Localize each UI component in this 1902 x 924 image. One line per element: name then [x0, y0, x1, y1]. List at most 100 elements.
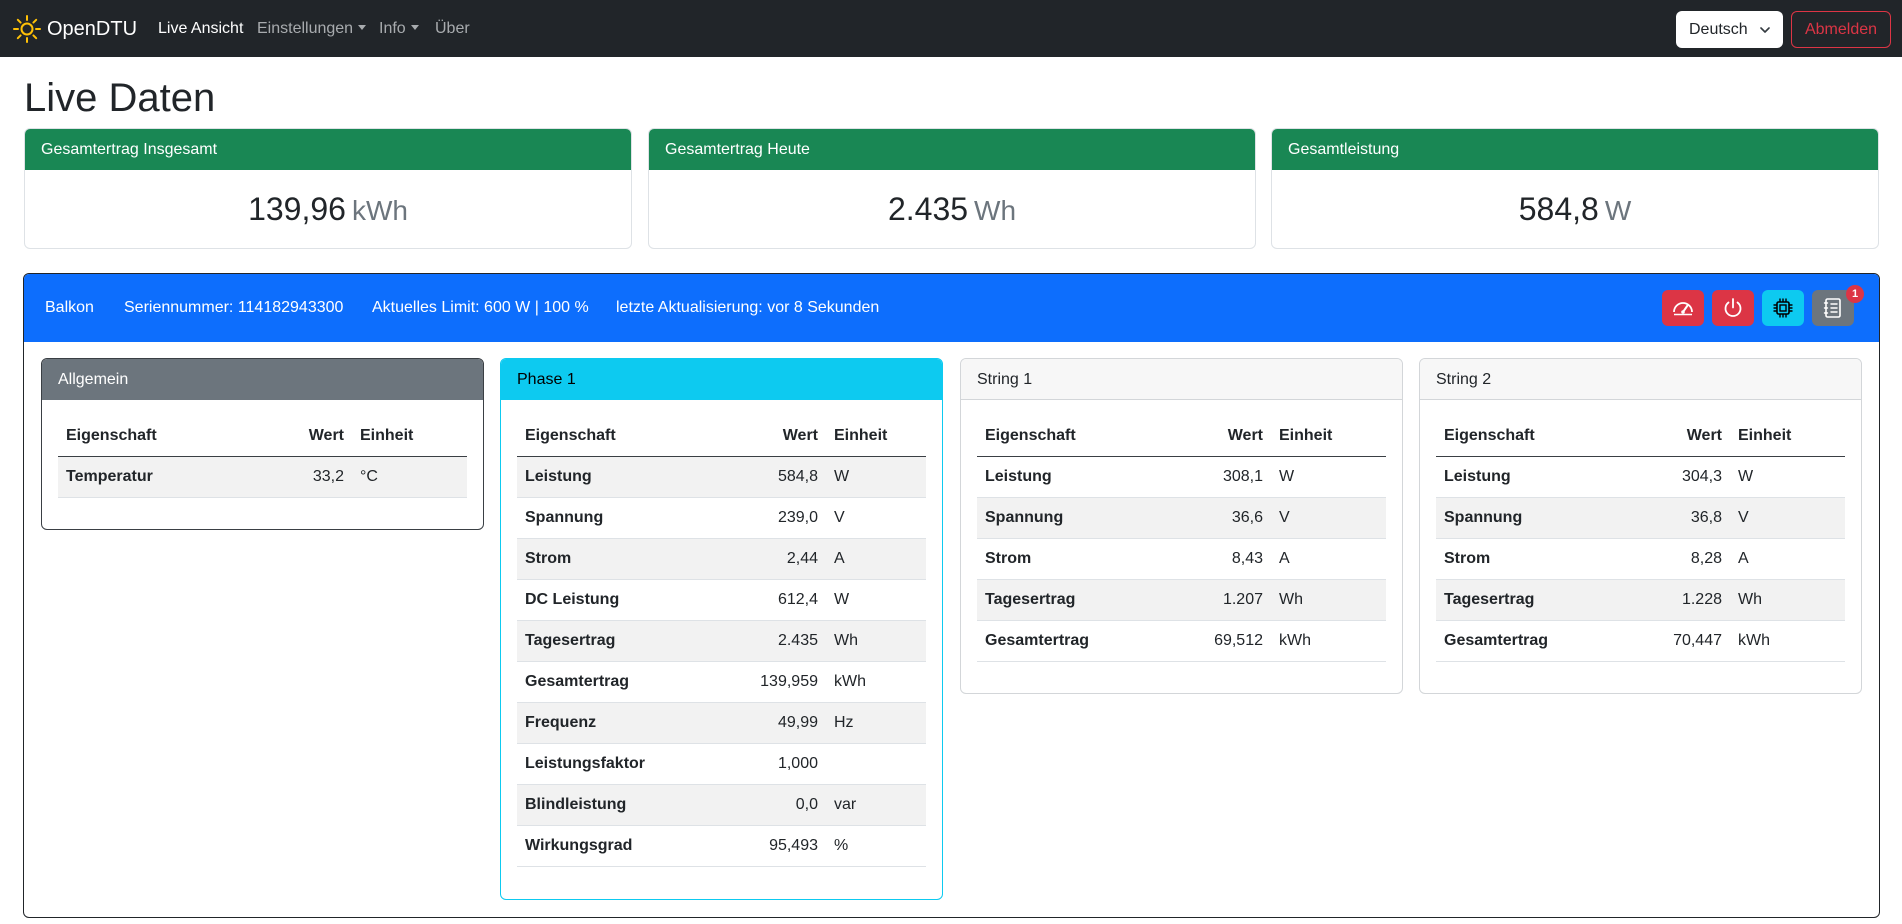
row-value: 36,8	[1626, 497, 1730, 539]
table-row: Leistungsfaktor 1,000	[517, 743, 926, 785]
table-row: Spannung 36,6 V	[977, 497, 1386, 539]
channel-card-general: Allgemein Eigenschaft Wert Einheit Tempe…	[41, 358, 484, 530]
row-unit: V	[826, 497, 926, 539]
device-info-button[interactable]	[1762, 290, 1804, 326]
row-property: Leistungsfaktor	[517, 743, 718, 785]
total-yield-unit: kWh	[351, 195, 408, 226]
row-unit: kWh	[1271, 620, 1386, 662]
row-value: 36,6	[1167, 497, 1271, 539]
inverter-limit: Aktuelles Limit: 600 W | 100 %	[372, 299, 589, 316]
row-value: 69,512	[1167, 620, 1271, 662]
inverter-header: Balkon Seriennummer: 114182943300 Aktuel…	[24, 274, 1879, 342]
row-unit: °C	[352, 456, 467, 498]
channel-card-phase-1: Phase 1 Eigenschaft Wert Einheit Leistun…	[500, 358, 943, 900]
inverter-card: Balkon Seriennummer: 114182943300 Aktuel…	[23, 273, 1880, 918]
row-property: Leistung	[977, 456, 1168, 498]
nav-live-view[interactable]: Live Ansicht	[158, 18, 243, 40]
limit-settings-button[interactable]	[1662, 290, 1704, 326]
nav-about-label: Über	[435, 20, 470, 37]
channel-string-2-header: String 2	[1420, 359, 1861, 400]
row-property: Tagesertrag	[1436, 579, 1627, 621]
cpu-icon	[1773, 298, 1793, 318]
table-row: Gesamtertrag 69,512 kWh	[977, 620, 1386, 662]
total-power-header: Gesamtleistung	[1272, 129, 1878, 170]
inverter-name: Balkon	[45, 299, 94, 316]
row-property: Temperatur	[58, 456, 257, 498]
row-unit: kWh	[826, 661, 926, 703]
brand-link[interactable]: OpenDTU	[12, 14, 137, 44]
table-row: Blindleistung 0,0 var	[517, 784, 926, 826]
row-value: 239,0	[717, 497, 826, 539]
table-row: Spannung 36,8 V	[1436, 497, 1845, 539]
power-control-button[interactable]	[1712, 290, 1754, 326]
row-unit: Wh	[1271, 579, 1386, 621]
channel-string-2-table: Eigenschaft Wert Einheit Leistung 304,3 W …	[1436, 416, 1845, 662]
row-property: Spannung	[517, 497, 718, 539]
row-value: 95,493	[717, 825, 826, 867]
row-property: Gesamtertrag	[517, 661, 718, 703]
table-row: Leistung 304,3 W	[1436, 456, 1845, 498]
row-unit	[826, 743, 926, 785]
table-row: Tagesertrag 1.207 Wh	[977, 579, 1386, 621]
table-row: Gesamtertrag 139,959 kWh	[517, 661, 926, 703]
nav-settings-dropdown[interactable]: Einstellungen	[257, 18, 367, 40]
col-unit: Einheit	[826, 416, 926, 457]
row-value: 1.207	[1167, 579, 1271, 621]
table-header-row: Eigenschaft Wert Einheit	[977, 416, 1386, 457]
col-unit: Einheit	[352, 416, 467, 457]
table-header-row: Eigenschaft Wert Einheit	[58, 416, 467, 457]
table-header-row: Eigenschaft Wert Einheit	[1436, 416, 1845, 457]
speedometer-icon	[1673, 302, 1693, 316]
nav-settings-label: Einstellungen	[257, 20, 354, 37]
table-header-row: Eigenschaft Wert Einheit	[517, 416, 926, 457]
channel-card-string-1: String 1 Eigenschaft Wert Einheit Leistu…	[960, 358, 1403, 694]
table-row: DC Leistung 612,4 W	[517, 579, 926, 621]
channel-string-1-body: Eigenschaft Wert Einheit Leistung 308,1 W …	[961, 400, 1402, 678]
total-yield-body: 139,96 kWh	[25, 170, 631, 248]
channel-phase-1-header: Phase 1	[501, 359, 942, 400]
channel-phase-1-body: Eigenschaft Wert Einheit Leistung 584,8 W …	[501, 400, 942, 883]
nav-about[interactable]: Über	[435, 18, 470, 40]
col-property: Eigenschaft	[58, 416, 257, 457]
channel-string-2-body: Eigenschaft Wert Einheit Leistung 304,3 W …	[1420, 400, 1861, 678]
row-property: Wirkungsgrad	[517, 825, 718, 867]
col-property: Eigenschaft	[977, 416, 1168, 457]
event-log-icon	[1823, 298, 1841, 318]
nav-info-dropdown[interactable]: Info	[379, 18, 419, 40]
row-property: Spannung	[1436, 497, 1627, 539]
row-unit: Wh	[826, 620, 926, 662]
row-value: 1.228	[1626, 579, 1730, 621]
total-power-card: Gesamtleistung 584,8 W	[1271, 128, 1879, 249]
row-value: 33,2	[256, 456, 352, 498]
channel-general-header: Allgemein	[42, 359, 483, 400]
col-value: Wert	[1167, 416, 1271, 457]
channel-string-1-header: String 1	[961, 359, 1402, 400]
total-power-value: 584,8	[1518, 191, 1599, 227]
nav-live-view-label: Live Ansicht	[158, 20, 244, 37]
total-yield-card: Gesamtertrag Insgesamt 139,96 kWh	[24, 128, 632, 249]
table-row: Gesamtertrag 70,447 kWh	[1436, 620, 1845, 662]
row-property: Leistung	[517, 456, 718, 498]
event-count-badge: 1	[1846, 285, 1864, 303]
row-value: 612,4	[717, 579, 826, 621]
logout-button[interactable]: Abmelden	[1791, 11, 1891, 48]
row-value: 8,43	[1167, 538, 1271, 580]
row-property: DC Leistung	[517, 579, 718, 621]
channel-card-string-2: String 2 Eigenschaft Wert Einheit Leistu…	[1419, 358, 1862, 694]
row-value: 584,8	[717, 456, 826, 498]
row-unit: A	[1271, 538, 1386, 580]
language-select[interactable]: Deutsch	[1676, 11, 1783, 48]
chevron-down-icon	[1760, 27, 1770, 33]
total-power-unit: W	[1604, 195, 1632, 226]
table-row: Wirkungsgrad 95,493%	[517, 825, 926, 867]
row-property: Gesamtertrag	[1436, 620, 1627, 662]
table-row: Spannung 239,0 V	[517, 497, 926, 539]
table-row: Temperatur 33,2 °C	[58, 456, 467, 498]
row-unit: var	[826, 784, 926, 826]
col-property: Eigenschaft	[517, 416, 718, 457]
channel-general-table: Eigenschaft Wert Einheit Temperatur 33,2 °…	[58, 416, 467, 498]
sun-logo-icon	[13, 15, 41, 43]
table-row: Strom 8,43 A	[977, 538, 1386, 580]
today-yield-body: 2.435 Wh	[649, 170, 1255, 248]
nav-info-label: Info	[379, 20, 406, 37]
